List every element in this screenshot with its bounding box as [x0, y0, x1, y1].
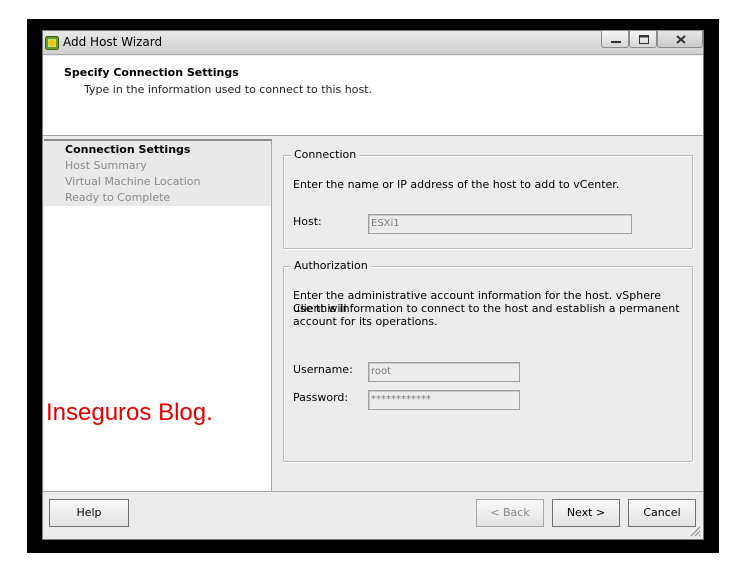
wizard-steps-panel: Connection Settings Host Summary Virtual… — [44, 139, 272, 491]
authorization-legend: Authorization — [291, 259, 371, 272]
back-button[interactable]: < Back — [476, 499, 544, 527]
next-button[interactable]: Next > — [552, 499, 620, 527]
connection-legend: Connection — [291, 148, 360, 161]
connection-description: Enter the name or IP address of the host… — [293, 178, 620, 191]
vsphere-app-icon — [45, 36, 59, 50]
button-bar-divider — [43, 491, 703, 492]
resize-grip-icon[interactable] — [689, 525, 701, 537]
connection-group: Connection Enter the name or IP address … — [283, 148, 693, 249]
host-label: Host: — [293, 215, 322, 228]
cancel-button[interactable]: Cancel — [628, 499, 696, 527]
help-button[interactable]: Help — [49, 499, 129, 527]
close-icon — [676, 35, 686, 44]
password-label: Password: — [293, 391, 349, 404]
window-title: Add Host Wizard — [63, 35, 163, 49]
maximize-icon — [639, 35, 649, 44]
authorization-description-line-2: use this information to connect to the h… — [293, 302, 680, 315]
page-subtitle: Type in the information used to connect … — [84, 83, 373, 96]
minimize-icon — [611, 41, 621, 43]
minimize-button[interactable] — [601, 30, 629, 48]
username-label: Username: — [293, 363, 353, 376]
step-host-summary[interactable]: Host Summary — [65, 159, 147, 172]
page-title: Specify Connection Settings — [64, 66, 239, 79]
close-button[interactable] — [657, 30, 703, 48]
watermark-text: Inseguros Blog. — [46, 399, 213, 426]
wizard-header: Specify Connection Settings Type in the … — [43, 56, 703, 136]
step-virtual-machine-location[interactable]: Virtual Machine Location — [65, 175, 201, 188]
step-connection-settings[interactable]: Connection Settings — [65, 143, 190, 156]
maximize-button[interactable] — [629, 30, 657, 48]
authorization-group: Authorization Enter the administrative a… — [283, 259, 693, 462]
add-host-wizard-window: Add Host Wizard Specify Connection Setti… — [42, 30, 704, 540]
username-input[interactable]: root — [368, 362, 520, 382]
host-input[interactable]: ESXi1 — [368, 214, 632, 234]
authorization-description-line-3: account for its operations. — [293, 315, 438, 328]
password-input[interactable]: ************ — [368, 390, 520, 410]
title-bar[interactable]: Add Host Wizard — [43, 30, 703, 55]
step-ready-to-complete[interactable]: Ready to Complete — [65, 191, 170, 204]
